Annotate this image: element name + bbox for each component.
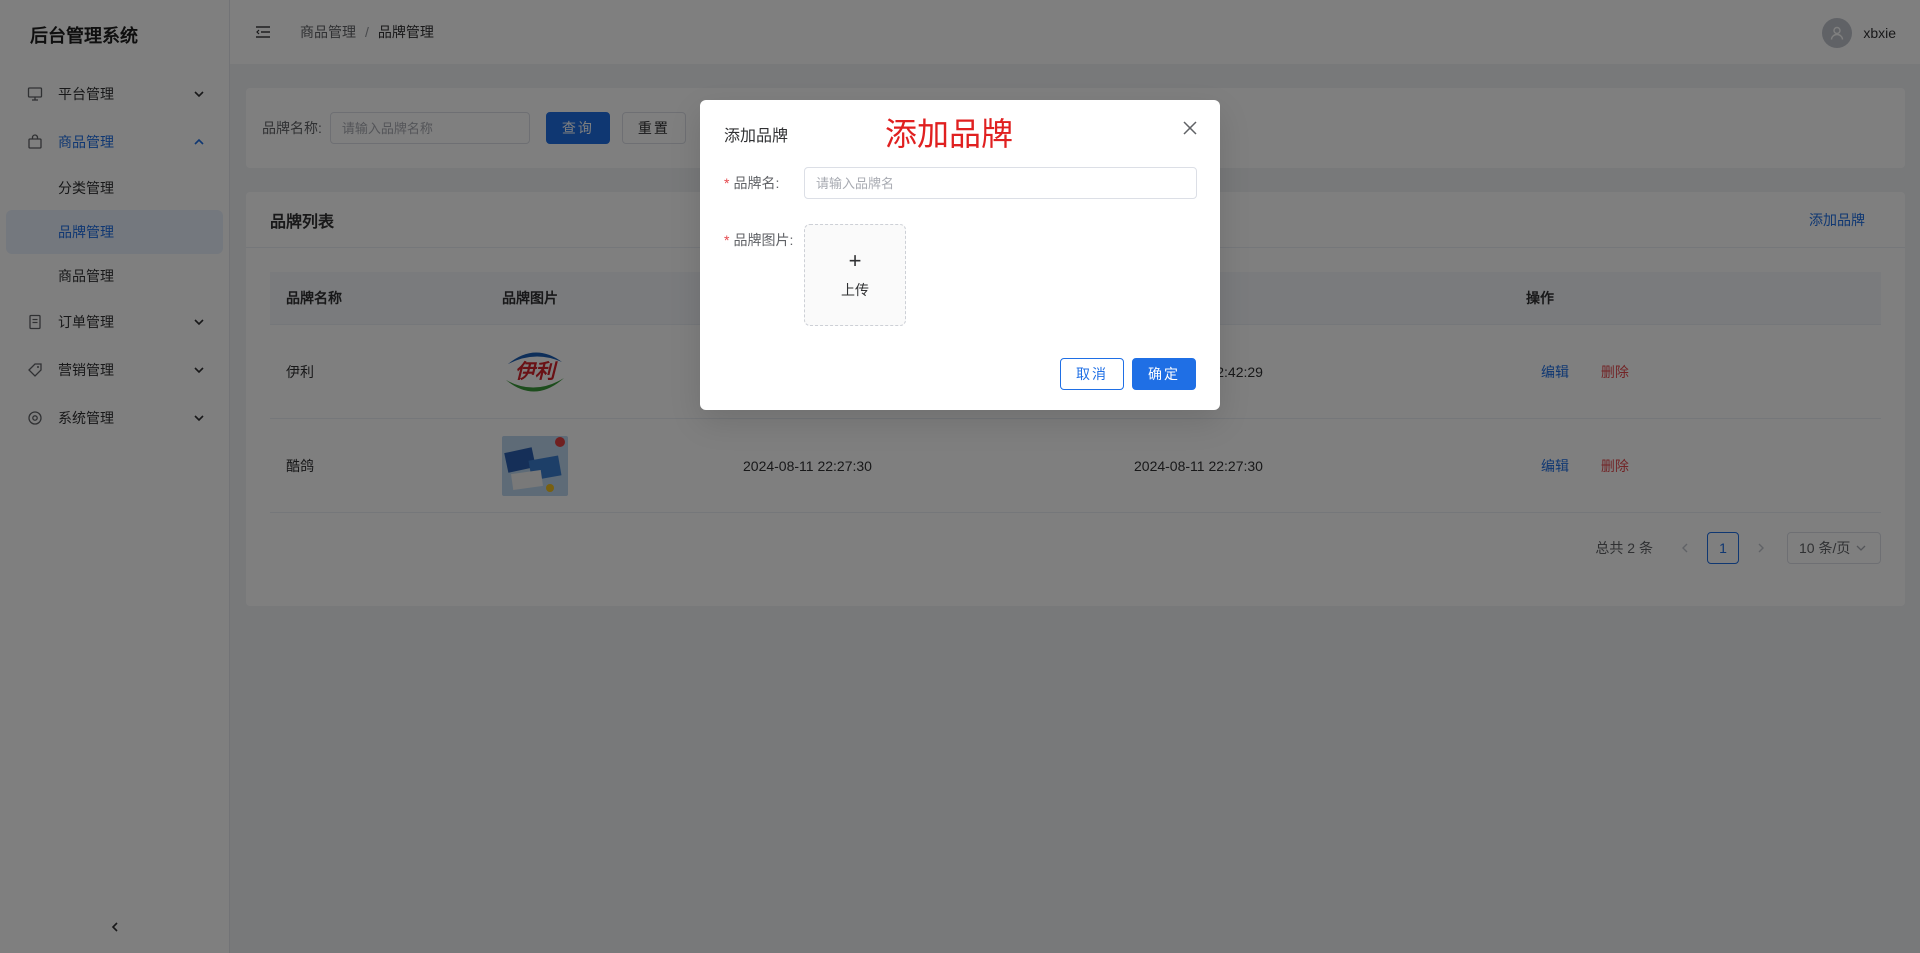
form-item-brand-name: * 品牌名: xyxy=(724,167,1197,199)
brand-name-label: * 品牌名: xyxy=(724,175,780,191)
dialog-annotation: 添加品牌 xyxy=(885,115,1014,153)
add-brand-dialog: 添加品牌 添加品牌 *品牌名: *品牌图片: + 上传 取消 确定 xyxy=(700,100,1220,410)
dialog-footer: 取消 确定 xyxy=(1060,358,1196,390)
brand-image-label: * 品牌图片: xyxy=(724,232,794,248)
brand-name-input[interactable] xyxy=(804,167,1197,199)
dialog-title: 添加品牌 xyxy=(724,128,789,145)
form-item-brand-image: * 品牌图片: + 上传 xyxy=(724,224,906,326)
required-mark: * xyxy=(724,232,730,248)
close-icon xyxy=(1183,121,1197,135)
confirm-button[interactable]: 确定 xyxy=(1132,358,1196,390)
image-upload-button[interactable]: + 上传 xyxy=(804,224,906,326)
cancel-button[interactable]: 取消 xyxy=(1060,358,1124,390)
dialog-close-button[interactable] xyxy=(1180,118,1200,138)
upload-label: 上传 xyxy=(841,282,869,298)
required-mark: * xyxy=(724,175,730,191)
plus-icon: + xyxy=(848,248,862,273)
